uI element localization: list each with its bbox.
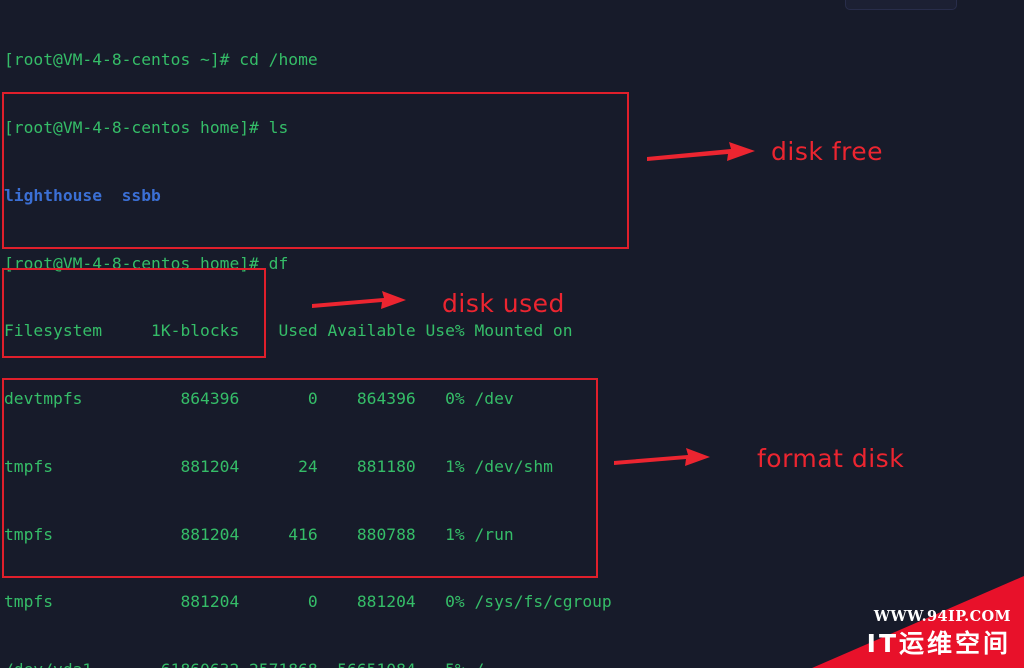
- shell-command: ls: [268, 117, 289, 137]
- df-row: tmpfs 881204 0 881204 0% /sys/fs/cgroup: [4, 592, 612, 612]
- watermark-url: WWW.94IP.COM: [873, 608, 1011, 625]
- annotation-label-format-disk: format disk: [757, 444, 905, 473]
- terminal-line: lighthouse ssbb: [4, 185, 1020, 208]
- shell-command: cd /home: [239, 50, 318, 70]
- arrow-icon-disk-free: [647, 142, 755, 161]
- shell-prompt: [root@VM-4-8-centos home]#: [4, 253, 269, 273]
- terminal-screenshot: [root@VM-4-8-centos ~]# cd /home [root@V…: [0, 0, 1024, 668]
- annotation-label-disk-used: disk used: [442, 289, 565, 318]
- annotation-label-disk-free: disk free: [771, 137, 884, 166]
- directory-listing: lighthouse ssbb: [4, 185, 161, 205]
- df-row: devtmpfs 864396 0 864396 0% /dev: [4, 389, 514, 409]
- terminal-line: [root@VM-4-8-centos ~]# cd /home: [4, 49, 1020, 72]
- arrow-icon-format-disk: [614, 448, 710, 466]
- shell-command: df: [268, 253, 289, 273]
- arrow-icon-disk-used: [312, 291, 406, 309]
- terminal-line: [root@VM-4-8-centos home]# df: [4, 253, 1020, 276]
- shell-prompt: [root@VM-4-8-centos home]#: [4, 117, 269, 137]
- df-header-row: Filesystem 1K-blocks Used Available Use%…: [4, 321, 573, 341]
- watermark-name: IT运维空间: [866, 629, 1011, 658]
- terminal-output[interactable]: [root@VM-4-8-centos ~]# cd /home [root@V…: [4, 4, 1020, 668]
- shell-prompt: [root@VM-4-8-centos ~]#: [4, 50, 240, 70]
- df-row: tmpfs 881204 416 880788 1% /run: [4, 524, 514, 544]
